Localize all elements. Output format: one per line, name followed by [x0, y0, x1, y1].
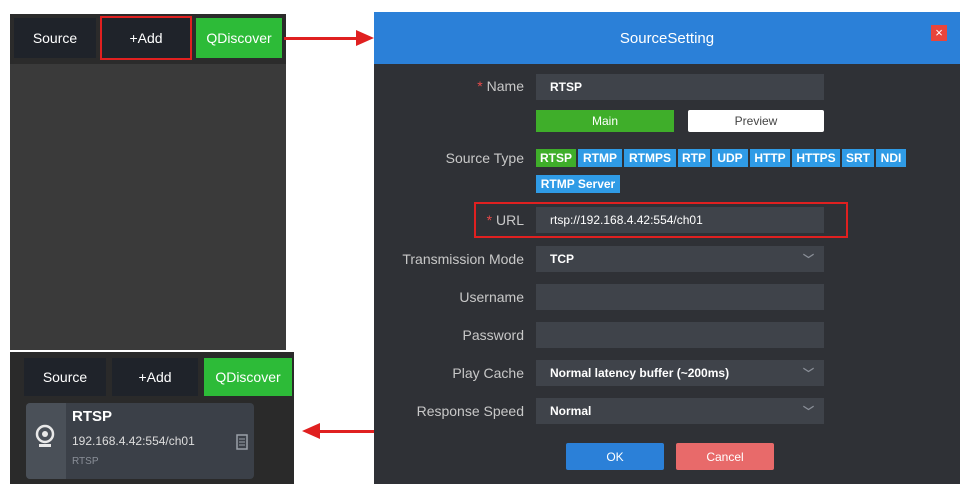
- source-type-rtmp[interactable]: RTMP: [578, 149, 622, 167]
- name-required-mark: *: [477, 78, 483, 94]
- source-button-2-label: Source: [42, 369, 88, 385]
- arrow-head-left-icon: [302, 423, 320, 439]
- arrow-head-right-icon: [356, 30, 374, 46]
- source-button-2[interactable]: Source: [24, 358, 106, 396]
- discover-button-label: QDiscover: [206, 30, 272, 46]
- source-type-rtmps[interactable]: RTMPS: [624, 149, 676, 167]
- source-type-https[interactable]: HTTPS: [792, 149, 840, 167]
- transmission-mode-select[interactable]: TCP ﹀: [536, 246, 824, 272]
- name-label: * Name: [477, 78, 524, 94]
- source-type-rtmp-server[interactable]: RTMP Server: [536, 175, 620, 193]
- name-input[interactable]: RTSP: [536, 74, 824, 100]
- chevron-down-icon: ﹀: [803, 368, 814, 380]
- close-icon[interactable]: ×: [931, 25, 947, 41]
- source-button-label: Source: [32, 30, 78, 46]
- add-button-2-label: +Add: [138, 369, 172, 385]
- source-type-http[interactable]: HTTP: [750, 149, 790, 167]
- chevron-down-icon: ﹀: [803, 254, 814, 266]
- source-list-area: [10, 64, 286, 350]
- camera-icon: [35, 424, 55, 447]
- transmission-mode-label: Transmission Mode: [402, 251, 524, 267]
- discover-button-2-label: QDiscover: [215, 369, 281, 385]
- url-label: * URL: [486, 212, 524, 228]
- source-type-rtsp[interactable]: RTSP: [536, 149, 576, 167]
- add-button-2[interactable]: +Add: [112, 358, 198, 396]
- arrow-to-dialog: [284, 37, 362, 40]
- source-card-name: RTSP: [72, 408, 113, 425]
- source-type-rtp[interactable]: RTP: [678, 149, 710, 167]
- play-cache-label: Play Cache: [452, 365, 524, 381]
- tab-main[interactable]: Main: [536, 110, 674, 132]
- source-type-label: Source Type: [445, 150, 524, 166]
- source-type-ndi[interactable]: NDI: [876, 149, 906, 167]
- password-input[interactable]: [536, 322, 824, 348]
- url-input[interactable]: rtsp://192.168.4.42:554/ch01: [536, 207, 824, 233]
- document-icon[interactable]: [236, 434, 248, 450]
- url-required-mark: *: [486, 212, 493, 228]
- chevron-down-icon: ﹀: [803, 406, 814, 418]
- play-cache-select[interactable]: Normal latency buffer (~200ms) ﹀: [536, 360, 824, 386]
- password-label: Password: [462, 327, 524, 343]
- discover-button-2[interactable]: QDiscover: [204, 358, 292, 396]
- add-button[interactable]: +Add: [100, 16, 192, 60]
- source-card-address: 192.168.4.42:554/ch01: [72, 434, 195, 448]
- discover-button[interactable]: QDiscover: [196, 18, 282, 58]
- cancel-button[interactable]: Cancel: [676, 443, 774, 470]
- username-label: Username: [459, 289, 524, 305]
- add-button-label: +Add: [129, 30, 163, 46]
- response-speed-label: Response Speed: [416, 403, 524, 419]
- username-input[interactable]: [536, 284, 824, 310]
- ok-button[interactable]: OK: [566, 443, 664, 470]
- source-type-srt[interactable]: SRT: [842, 149, 874, 167]
- arrow-to-card: [318, 430, 374, 433]
- source-button[interactable]: Source: [14, 18, 96, 58]
- dialog-header: SourceSetting: [374, 12, 960, 64]
- source-card-type: RTSP: [72, 456, 99, 467]
- dialog-title: SourceSetting: [619, 29, 715, 47]
- source-type-udp[interactable]: UDP: [712, 149, 748, 167]
- tab-preview[interactable]: Preview: [688, 110, 824, 132]
- response-speed-select[interactable]: Normal ﹀: [536, 398, 824, 424]
